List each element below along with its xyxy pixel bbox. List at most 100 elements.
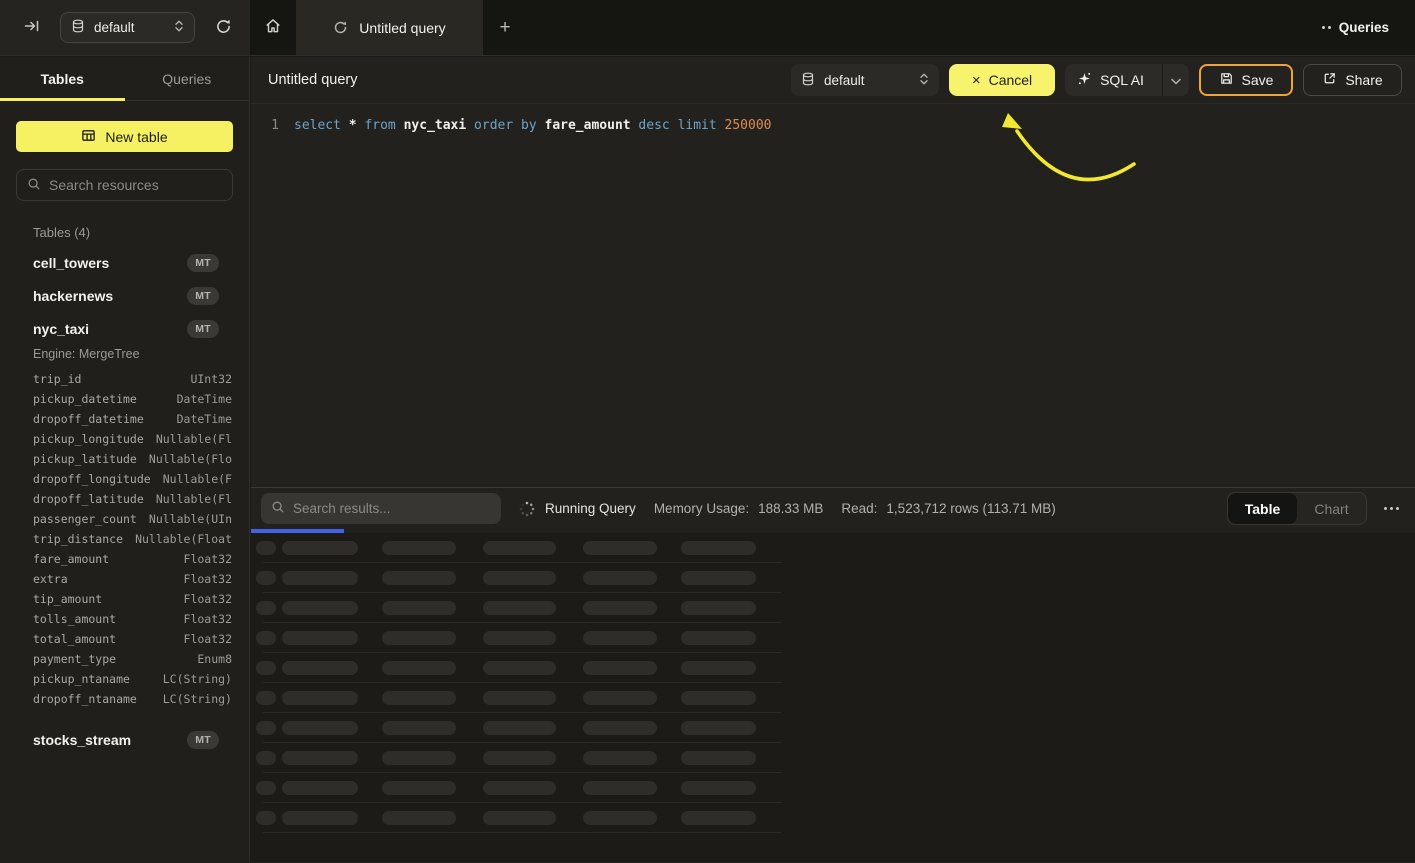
skeleton-cell (583, 781, 657, 795)
skeleton-cell (583, 691, 657, 705)
table-row[interactable]: cell_towersMT (0, 246, 249, 279)
column-type: Float32 (184, 552, 232, 566)
column-row: pickup_latitudeNullable(Flo (0, 449, 249, 469)
results-skeleton (251, 533, 1415, 862)
table-row[interactable]: nyc_taxiMT (0, 312, 249, 345)
home-tab[interactable] (250, 0, 296, 55)
skeleton-cell (483, 751, 556, 765)
column-row: dropoff_datetimeDateTime (0, 409, 249, 429)
column-type: LC(String) (163, 672, 232, 686)
new-table-button[interactable]: New table (16, 121, 233, 152)
column-row: total_amountFloat32 (0, 629, 249, 649)
column-name: fare_amount (33, 552, 109, 566)
sidebar-tab-queries[interactable]: Queries (125, 57, 250, 100)
skeleton-cell (483, 691, 556, 705)
new-tab-button[interactable]: + (483, 0, 527, 55)
column-type: Float32 (184, 592, 232, 606)
share-button[interactable]: Share (1303, 64, 1402, 96)
share-label: Share (1345, 72, 1382, 88)
skeleton-cell (256, 571, 276, 585)
skeleton-cell (681, 601, 756, 615)
sidebar: Tables Queries New table Tables (4) cell… (0, 57, 250, 863)
updown-chevron-icon (174, 19, 184, 36)
save-icon (1219, 71, 1234, 89)
skeleton-cell (583, 631, 657, 645)
skeleton-cell (256, 631, 276, 645)
memory-usage-label: Memory Usage: (654, 501, 749, 516)
skeleton-row (251, 683, 1415, 713)
column-type: LC(String) (163, 692, 232, 706)
memory-usage-value: 188.33 MB (758, 501, 823, 516)
skeleton-cell (681, 661, 756, 675)
topbar-database-select[interactable]: default (60, 12, 195, 43)
column-type: Nullable(Fl (156, 492, 232, 506)
skeleton-cell (583, 541, 657, 555)
close-icon: × (972, 72, 981, 89)
skeleton-row (251, 803, 1415, 833)
skeleton-cell (256, 781, 276, 795)
tab-label: Untitled query (359, 20, 445, 36)
sql-ai-button[interactable]: SQL AI (1065, 64, 1189, 96)
search-resources-input[interactable] (49, 177, 222, 193)
column-row: passenger_countNullable(UIn (0, 509, 249, 529)
queries-shortcut-label: Queries (1339, 20, 1389, 35)
sidebar-tab-tables[interactable]: Tables (0, 57, 125, 100)
sparkle-icon (1077, 71, 1092, 89)
query-title: Untitled query (268, 72, 357, 88)
engine-badge: MT (187, 287, 219, 305)
search-icon (271, 500, 285, 517)
table-row[interactable]: hackernewsMT (0, 279, 249, 312)
view-toggle-table[interactable]: Table (1228, 493, 1297, 524)
skeleton-cell (681, 631, 756, 645)
tab-untitled-query[interactable]: Untitled query (296, 0, 483, 55)
cancel-button[interactable]: × Cancel (949, 64, 1055, 96)
skeleton-cell (483, 631, 556, 645)
skeleton-cell (681, 811, 756, 825)
tables-section-label: Tables (4) (33, 225, 249, 240)
skeleton-cell (382, 541, 456, 555)
column-name: passenger_count (33, 512, 137, 526)
column-name: tip_amount (33, 592, 102, 606)
query-header-actions: default × Cancel SQL AI (791, 64, 1402, 96)
queries-shortcut-button[interactable]: Queries (1322, 0, 1415, 55)
view-toggle-chart[interactable]: Chart (1297, 493, 1366, 524)
column-row: pickup_datetimeDateTime (0, 389, 249, 409)
results-search (261, 493, 501, 524)
engine-badge: MT (187, 731, 219, 749)
search-results-input[interactable] (293, 501, 491, 516)
skeleton-cell (282, 571, 358, 585)
query-database-select[interactable]: default (791, 64, 939, 96)
updown-chevron-icon (919, 72, 929, 89)
skeleton-cell (483, 571, 556, 585)
share-icon (1322, 71, 1337, 89)
skeleton-cell (681, 691, 756, 705)
skeleton-cell (256, 751, 276, 765)
skeleton-cell (483, 811, 556, 825)
table-grid-icon (81, 128, 96, 146)
skeleton-cell (382, 571, 456, 585)
skeleton-cell (681, 751, 756, 765)
sql-ai-dropdown[interactable] (1162, 64, 1189, 96)
table-row[interactable]: stocks_streamMT (0, 723, 249, 756)
more-options-button[interactable] (1380, 503, 1403, 514)
refresh-button[interactable] (213, 16, 234, 40)
column-name: dropoff_longitude (33, 472, 151, 486)
save-button[interactable]: Save (1199, 64, 1293, 96)
column-row: tolls_amountFloat32 (0, 609, 249, 629)
sql-editor[interactable]: 1 select * from nyc_taxi order by fare_a… (251, 104, 1415, 487)
column-name: pickup_ntaname (33, 672, 130, 686)
view-toggle: Table Chart (1227, 492, 1367, 525)
column-type: Nullable(Float (135, 532, 232, 546)
column-name: trip_distance (33, 532, 123, 546)
skeleton-cell (382, 721, 456, 735)
tabstrip: Untitled query + Queries (250, 0, 1415, 55)
column-name: dropoff_latitude (33, 492, 144, 506)
skeleton-row (251, 773, 1415, 803)
loading-spinner-icon (519, 501, 535, 517)
skeleton-cell (282, 691, 358, 705)
queries-icon (1322, 26, 1331, 29)
column-row: dropoff_longitudeNullable(F (0, 469, 249, 489)
table-name: nyc_taxi (33, 321, 89, 337)
new-table-label: New table (105, 129, 167, 145)
collapse-sidebar-button[interactable] (22, 16, 42, 39)
